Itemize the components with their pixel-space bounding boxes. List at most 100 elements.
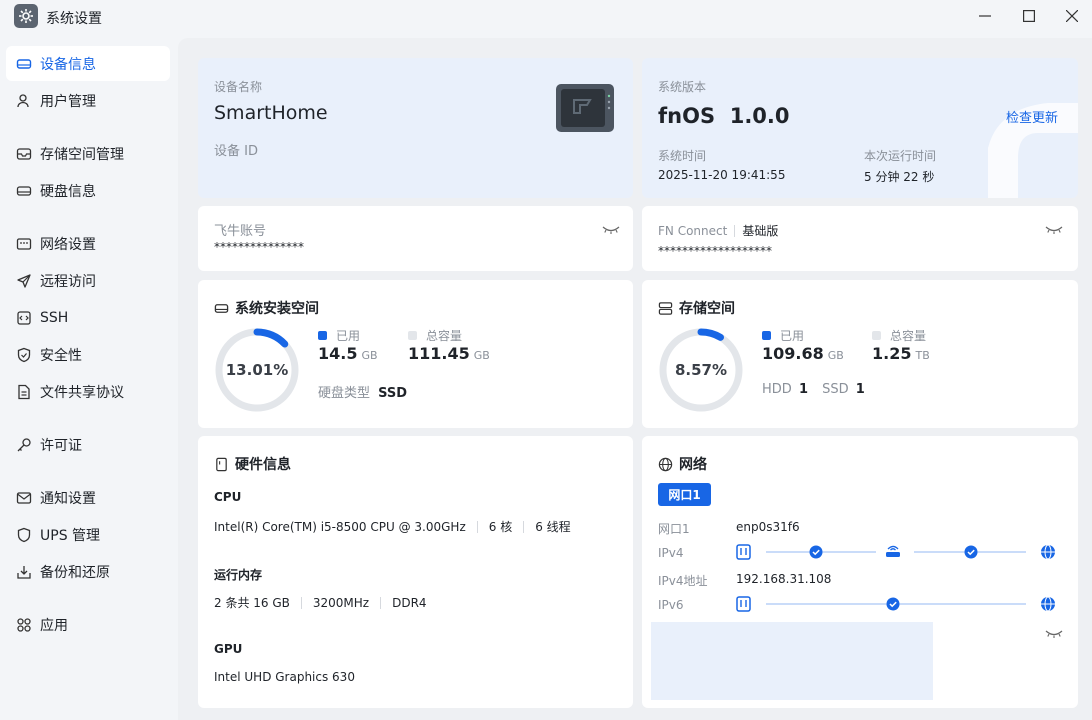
- check-update-link[interactable]: 检查更新: [1006, 107, 1058, 126]
- cpu-threads: 6 线程: [535, 520, 571, 534]
- ipv4-address-label: IPv4地址: [658, 574, 708, 588]
- port-label: 网口1: [658, 522, 690, 536]
- disk-type-label: 硬盘类型: [318, 386, 371, 401]
- check-circle-icon: [809, 545, 823, 559]
- sidebar-item-remote-access[interactable]: 远程访问: [6, 263, 170, 298]
- sidebar-item-storage-management[interactable]: 存储空间管理: [6, 136, 170, 171]
- check-circle-icon: [886, 597, 900, 611]
- close-icon[interactable]: [1060, 4, 1084, 28]
- total-label: 总容量: [426, 329, 463, 343]
- section-title-label: 存储空间: [679, 301, 735, 317]
- disk-icon: [16, 183, 32, 199]
- storage-space-percent: 8.57%: [674, 361, 728, 379]
- ssd-count: 1: [855, 382, 865, 397]
- apps-icon: [16, 617, 32, 633]
- sidebar-item-disk-info[interactable]: 硬盘信息: [6, 173, 170, 208]
- sidebar-item-label: 应用: [40, 617, 68, 634]
- sidebar-item-label: 安全性: [40, 347, 82, 364]
- hdd-label: HDD: [762, 382, 792, 397]
- separator: [734, 224, 736, 237]
- device-icon: [16, 56, 32, 72]
- device-name-label: 设备名称: [214, 80, 263, 94]
- eye-closed-icon[interactable]: [602, 224, 620, 236]
- used-legend: 已用: [318, 327, 360, 344]
- fn-connect-header: FN Connect 基础版: [658, 222, 778, 239]
- device-card: 设备名称 SmartHome 设备 ID: [198, 58, 633, 198]
- hardware-title: 硬件信息: [214, 454, 291, 474]
- maximize-icon[interactable]: [1017, 4, 1041, 28]
- memory-type: DDR4: [392, 595, 427, 610]
- sidebar-item-label: 存储空间管理: [40, 146, 124, 163]
- sidebar-item-network-settings[interactable]: 网络设置: [6, 226, 170, 261]
- storage-icon: [16, 146, 32, 162]
- gpu-model: Intel UHD Graphics 630: [214, 670, 355, 684]
- globe-icon: [1041, 544, 1055, 560]
- nas-device-image: [554, 82, 616, 134]
- used-value: 14.5: [318, 344, 358, 363]
- ipv4-label: IPv4: [658, 546, 684, 560]
- sidebar-item-license[interactable]: 许可证: [6, 427, 170, 462]
- hardware-card: 硬件信息 CPU Intel(R) Core(TM) i5-8500 CPU @…: [198, 436, 633, 708]
- install-space-percent: 13.01%: [225, 361, 289, 379]
- cpu-cores: 6 核: [488, 520, 513, 534]
- used-unit: GB: [361, 349, 378, 362]
- fn-connect-label: FN Connect: [658, 223, 728, 238]
- system-time-label: 系统时间: [658, 149, 707, 163]
- section-title-label: 硬件信息: [235, 457, 291, 473]
- used-value: 109.68: [762, 344, 824, 363]
- disk-type: 硬盘类型 SSD: [318, 382, 407, 401]
- total-label: 总容量: [890, 329, 927, 343]
- sidebar-item-backup[interactable]: 备份和还原: [6, 554, 170, 589]
- total-unit: TB: [915, 349, 930, 362]
- eye-closed-icon[interactable]: [1045, 628, 1063, 640]
- cpu-model: Intel(R) Core(TM) i5-8500 CPU @ 3.00GHz: [214, 519, 466, 534]
- system-time: 2025-11-20 19:41:55: [658, 168, 786, 182]
- ipv6-address-panel: [651, 622, 933, 700]
- minimize-icon[interactable]: [973, 4, 997, 28]
- os-version: 1.0.0: [729, 104, 790, 128]
- sidebar-item-label: 通知设置: [40, 490, 96, 507]
- uptime: 5 分钟 22 秒: [864, 170, 935, 184]
- legend-swatch: [762, 331, 771, 340]
- globe-icon: [658, 456, 674, 472]
- sidebar-item-apps[interactable]: 应用: [6, 607, 170, 642]
- send-icon: [16, 273, 32, 289]
- install-space-card: 系统安装空间 13.01% 已用 14.5 GB 总容量 111.45 GB 硬盘类…: [198, 280, 633, 428]
- ethernet-port-icon: [736, 596, 751, 612]
- memory-label: 运行内存: [214, 568, 263, 582]
- disk-type-value: SSD: [378, 386, 408, 401]
- user-icon: [16, 93, 32, 109]
- used-label: 已用: [336, 329, 361, 343]
- sidebar-item-ssh[interactable]: SSH: [6, 300, 170, 335]
- sidebar-item-user-management[interactable]: 用户管理: [6, 83, 170, 118]
- tab-port-1[interactable]: 网口1: [658, 483, 711, 506]
- system-card: 系统版本 fnOS 1.0.0 检查更新 系统时间 2025-11-20 19:…: [642, 58, 1078, 198]
- sidebar-item-notifications[interactable]: 通知设置: [6, 480, 170, 515]
- network-title: 网络: [658, 454, 707, 474]
- ssh-icon: [16, 310, 32, 326]
- key-icon: [16, 437, 32, 453]
- storage-space-title: 存储空间: [658, 298, 735, 318]
- legend-swatch: [318, 331, 327, 340]
- install-total: 111.45 GB: [408, 344, 490, 363]
- fn-account-card: 飞牛账号 ***************: [198, 206, 633, 271]
- port-value: enp0s31f6: [736, 520, 800, 534]
- total-legend: 总容量: [872, 327, 926, 344]
- backup-icon: [16, 564, 32, 580]
- install-used: 14.5 GB: [318, 344, 378, 363]
- disk-counts: HDD 1 SSD 1: [762, 382, 865, 397]
- sidebar-item-file-sharing[interactable]: 文件共享协议: [6, 374, 170, 409]
- system-version: fnOS 1.0.0: [658, 104, 790, 128]
- sidebar-item-label: 文件共享协议: [40, 384, 124, 401]
- used-label: 已用: [780, 329, 805, 343]
- eye-closed-icon[interactable]: [1045, 224, 1063, 236]
- sidebar-item-security[interactable]: 安全性: [6, 337, 170, 372]
- sidebar-item-label: 许可证: [40, 437, 82, 454]
- storage-total: 1.25 TB: [872, 344, 930, 363]
- total-unit: GB: [473, 349, 490, 362]
- sidebar-item-device-info[interactable]: 设备信息: [6, 46, 170, 81]
- disk-icon: [214, 300, 230, 316]
- sidebar-item-ups[interactable]: UPS 管理: [6, 517, 170, 552]
- check-circle-icon: [964, 545, 978, 559]
- network-icon: [16, 236, 32, 252]
